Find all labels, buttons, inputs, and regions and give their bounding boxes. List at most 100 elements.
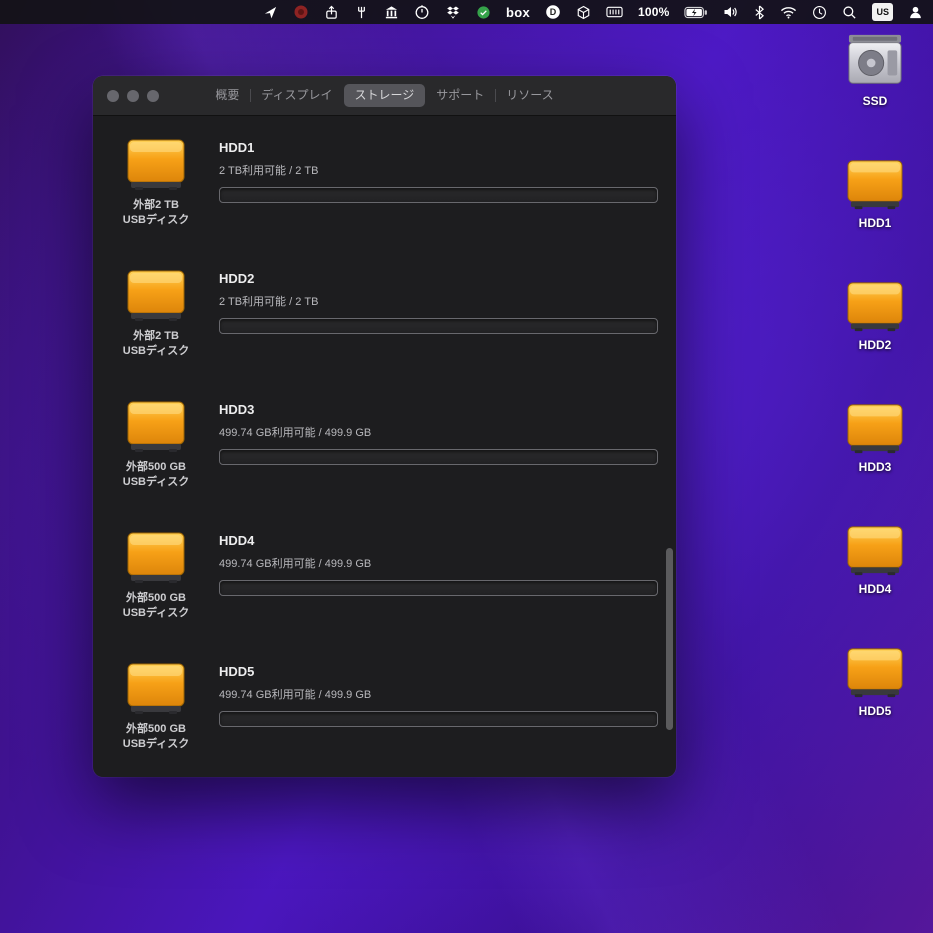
drive-row: 外部500 GB USBディスク HDD4 499.74 GB利用可能 / 49… (93, 515, 676, 646)
battery-icon[interactable] (684, 3, 708, 21)
external-drive-icon (107, 660, 205, 716)
tab-label: ディスプレイ (261, 88, 332, 102)
drive-icon-column: 外部2 TB USBディスク (107, 267, 205, 384)
desktop-icon-hdd2[interactable]: HDD2 (829, 279, 921, 352)
drive-availability: 2 TB利用可能 / 2 TB (219, 162, 658, 178)
desktop-icon-label: HDD5 (829, 704, 921, 718)
volume-icon[interactable] (723, 3, 739, 21)
utensils-app-icon[interactable] (354, 3, 369, 21)
tab-strip: 概要 ディスプレイ ストレージ サポート リソース (204, 84, 564, 106)
drive-caption: 外部500 GB USBディスク (107, 722, 205, 752)
green-status-icon[interactable] (476, 3, 491, 21)
drive-caption-line2: USBディスク (107, 475, 205, 490)
location-arrow-icon[interactable] (263, 3, 278, 21)
drive-info: HDD2 2 TB利用可能 / 2 TB (219, 267, 658, 384)
drive-info: HDD1 2 TB利用可能 / 2 TB (219, 136, 658, 253)
desktop-icon-label: HDD2 (829, 338, 921, 352)
external-drive-icon (829, 157, 921, 211)
desktop-icon-hdd4[interactable]: HDD4 (829, 523, 921, 596)
building-app-icon[interactable] (384, 3, 399, 21)
input-source-badge[interactable]: US (872, 3, 893, 21)
drive-caption-line1: 外部2 TB (107, 329, 205, 344)
record-app-icon[interactable] (293, 3, 309, 21)
package-app-icon[interactable] (576, 3, 591, 21)
dropbox-icon[interactable] (445, 3, 461, 21)
drive-icon-column: 外部500 GB USBディスク (107, 529, 205, 646)
drive-caption-line1: 外部500 GB (107, 722, 205, 737)
external-drive-icon (829, 645, 921, 699)
drive-name: HDD4 (219, 533, 658, 548)
desktop-icon-label: HDD3 (829, 460, 921, 474)
drive-usage-bar (219, 318, 658, 334)
drive-caption-line1: 外部500 GB (107, 591, 205, 606)
desktop-icon-hdd1[interactable]: HDD1 (829, 157, 921, 230)
user-switch-icon[interactable] (908, 3, 923, 21)
menubar-status-area: box D 100% (263, 3, 923, 21)
tab-2[interactable]: ディスプレイ (250, 84, 343, 106)
spotlight-icon[interactable] (842, 3, 857, 21)
drive-availability: 499.74 GB利用可能 / 499.9 GB (219, 424, 658, 440)
drive-name: HDD2 (219, 271, 658, 286)
drive-name: HDD3 (219, 402, 658, 417)
window-scrollbar[interactable] (666, 548, 673, 730)
window-titlebar: 概要 ディスプレイ ストレージ サポート リソース (93, 76, 676, 116)
minimize-button[interactable] (127, 90, 139, 102)
tab-label: サポート (436, 88, 484, 102)
drive-info: HDD5 499.74 GB利用可能 / 499.9 GB (219, 660, 658, 776)
desktop-icon-column: SSD (829, 33, 921, 718)
tab-label: ストレージ (355, 88, 415, 102)
box-logo[interactable]: box (506, 3, 530, 21)
drive-caption: 外部2 TB USBディスク (107, 198, 205, 228)
drive-icon-column: 外部500 GB USBディスク (107, 660, 205, 776)
drive-caption-line1: 外部2 TB (107, 198, 205, 213)
drive-caption-line2: USBディスク (107, 606, 205, 621)
drive-usage-bar (219, 711, 658, 727)
external-drive-icon (829, 523, 921, 577)
drive-row: 外部500 GB USBディスク HDD3 499.74 GB利用可能 / 49… (93, 384, 676, 515)
bluetooth-icon[interactable] (754, 3, 765, 21)
drive-name: HDD5 (219, 664, 658, 679)
tab-4[interactable]: サポート (425, 84, 495, 106)
timer-app-icon[interactable] (414, 3, 430, 21)
tab-1[interactable]: 概要 (204, 84, 250, 106)
zoom-button[interactable] (147, 90, 159, 102)
drive-usage-bar (219, 580, 658, 596)
drive-icon-column: 外部500 GB USBディスク (107, 398, 205, 515)
drive-caption-line2: USBディスク (107, 213, 205, 228)
drive-icon-column: 外部2 TB USBディスク (107, 136, 205, 253)
upload-app-icon[interactable] (324, 3, 339, 21)
svg-text:D: D (550, 7, 557, 17)
drive-row: 外部2 TB USBディスク HDD2 2 TB利用可能 / 2 TB (93, 253, 676, 384)
desktop: box D 100% (0, 0, 933, 933)
drive-usage-bar (219, 449, 658, 465)
close-button[interactable] (107, 90, 119, 102)
internal-drive-icon (829, 33, 921, 89)
storage-window: 概要 ディスプレイ ストレージ サポート リソース (93, 76, 676, 777)
menubar: box D 100% (0, 0, 933, 24)
drive-row: 外部2 TB USBディスク HDD1 2 TB利用可能 / 2 TB (93, 122, 676, 253)
tab-5[interactable]: リソース (495, 84, 564, 106)
tab-3[interactable]: ストレージ (344, 84, 426, 106)
drive-info: HDD3 499.74 GB利用可能 / 499.9 GB (219, 398, 658, 515)
wifi-icon[interactable] (780, 3, 797, 21)
traffic-lights (107, 76, 159, 115)
drive-usage-bar (219, 187, 658, 203)
battery-percent-text: 100% (638, 3, 670, 21)
tab-label: 概要 (215, 88, 239, 102)
desktop-icon-hdd3[interactable]: HDD3 (829, 401, 921, 474)
keyboard-icon[interactable] (606, 3, 623, 21)
drive-row: 外部500 GB USBディスク HDD5 499.74 GB利用可能 / 49… (93, 646, 676, 776)
drive-availability: 499.74 GB利用可能 / 499.9 GB (219, 686, 658, 702)
external-drive-icon (107, 267, 205, 323)
storage-panel: 外部2 TB USBディスク HDD1 2 TB利用可能 / 2 TB (93, 116, 676, 776)
drive-name: HDD1 (219, 140, 658, 155)
drive-caption: 外部2 TB USBディスク (107, 329, 205, 359)
desktop-icon-ssd[interactable]: SSD (829, 33, 921, 108)
clock-icon[interactable] (812, 3, 827, 21)
external-drive-icon (107, 529, 205, 585)
duckduckgo-icon[interactable]: D (545, 3, 561, 21)
desktop-icon-hdd5[interactable]: HDD5 (829, 645, 921, 718)
drive-availability: 499.74 GB利用可能 / 499.9 GB (219, 555, 658, 571)
external-drive-icon (829, 401, 921, 455)
drive-info: HDD4 499.74 GB利用可能 / 499.9 GB (219, 529, 658, 646)
